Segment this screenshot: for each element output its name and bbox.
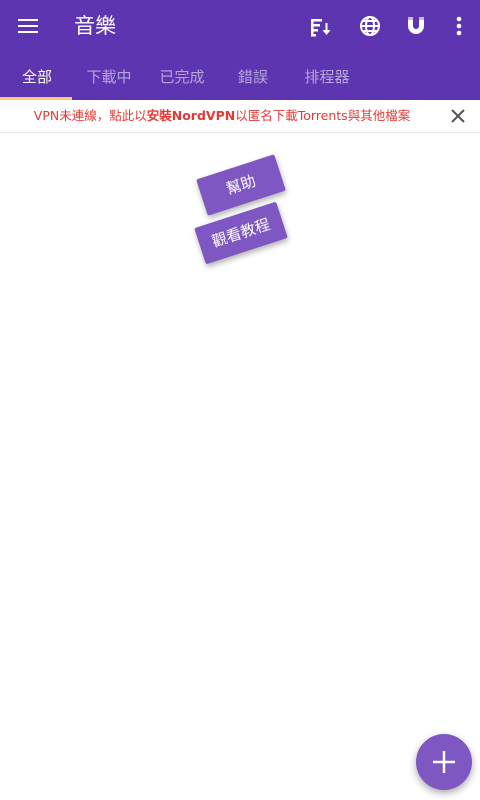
- page-title: 音樂: [74, 14, 116, 38]
- menu-icon[interactable]: [14, 14, 42, 38]
- sort-icon[interactable]: [306, 12, 334, 40]
- app-bar: 音樂 全部 下載中 已完成 錯誤 排程器: [0, 0, 480, 100]
- more-vert-icon[interactable]: [445, 12, 473, 40]
- vpn-text-prefix: VPN未連線，點此以: [33, 108, 147, 123]
- tab-completed[interactable]: 已完成: [146, 62, 218, 100]
- magnet-icon[interactable]: [402, 12, 430, 40]
- tab-all[interactable]: 全部: [0, 62, 74, 100]
- globe-icon[interactable]: [356, 12, 384, 40]
- vpn-banner[interactable]: VPN未連線，點此以安裝NordVPN以匿名下載Torrents與其他檔案: [0, 100, 480, 133]
- add-button[interactable]: [416, 734, 472, 790]
- close-icon[interactable]: [446, 104, 470, 128]
- tab-downloading[interactable]: 下載中: [74, 62, 144, 100]
- tab-bar: 全部 下載中 已完成 錯誤 排程器: [0, 62, 480, 100]
- vpn-banner-text[interactable]: VPN未連線，點此以安裝NordVPN以匿名下載Torrents與其他檔案: [0, 100, 444, 132]
- toolbar: 音樂: [0, 0, 480, 52]
- tab-scheduler[interactable]: 排程器: [292, 62, 362, 100]
- plus-icon: [433, 751, 455, 773]
- tab-errors[interactable]: 錯誤: [222, 62, 284, 100]
- vpn-text-suffix: 以匿名下載Torrents與其他檔案: [235, 108, 411, 123]
- vpn-text-bold: 安裝NordVPN: [146, 108, 236, 123]
